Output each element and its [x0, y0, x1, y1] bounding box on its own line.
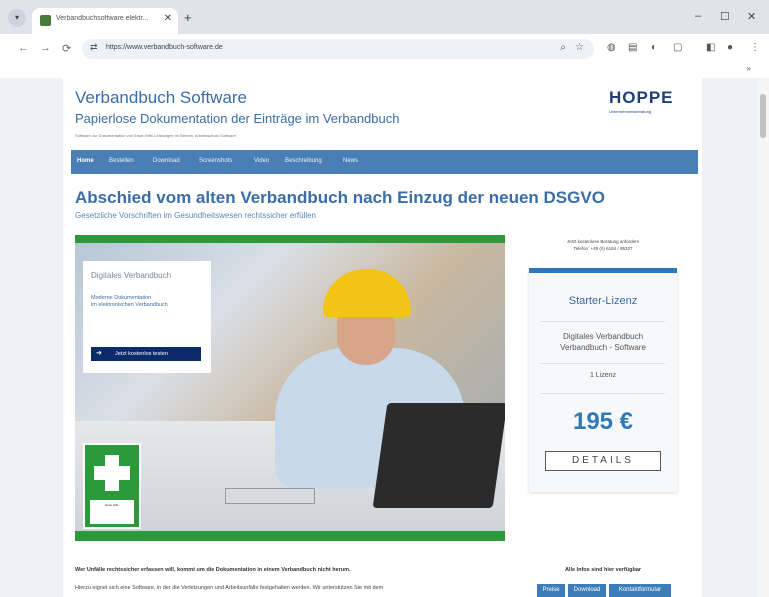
- try-free-button[interactable]: ➜ Jetzt kostenlos testen: [91, 347, 201, 361]
- bookmarks-bar: »: [0, 64, 769, 78]
- site-subtitle: Papierlose Dokumentation der Einträge im…: [75, 111, 400, 126]
- contact-line: Jetzt kostenlose Beratung anfordern: [566, 239, 640, 244]
- divider: [541, 321, 665, 322]
- promo-text-line: im elektronischen Verbandbuch: [91, 302, 168, 308]
- logo-text: HOPPE: [609, 88, 674, 107]
- plan-desc-line: Digitales Verbandbuch: [562, 332, 644, 341]
- browser-tab[interactable]: Verbandbuchsoftware elektr... ✕: [32, 8, 178, 34]
- sign-label: Erste Hilfe: [90, 500, 134, 524]
- plan-licenses: 1 Lizenz: [589, 372, 617, 379]
- nav-news[interactable]: News: [343, 158, 358, 164]
- page-subheadline: Gesetzliche Vorschriften im Gesundheitsw…: [75, 211, 316, 220]
- favicon-icon: [40, 15, 51, 26]
- site-title[interactable]: Verbandbuch Software: [75, 88, 247, 108]
- links-heading: Alle Infos sind hier verfügbar: [564, 567, 642, 573]
- tab-search-icon[interactable]: ▾: [8, 9, 26, 27]
- body-heading: Wer Unfälle rechtssicher erfassen will, …: [75, 567, 351, 573]
- nav-home[interactable]: Home: [77, 158, 94, 164]
- plan-desc-line: Verbandbuch - Software: [560, 343, 646, 352]
- promo-text-line: Moderne Dokumentation: [91, 295, 152, 301]
- close-tab-icon[interactable]: ✕: [164, 13, 172, 24]
- hero-photo: Digitales Verbandbuch Moderne Dokumentat…: [75, 243, 505, 531]
- contact-info: Jetzt kostenlose Beratung anfordern Tele…: [529, 238, 677, 252]
- details-button[interactable]: DETAILS: [545, 451, 661, 471]
- new-tab-icon[interactable]: +: [184, 10, 192, 25]
- close-window-icon[interactable]: ✕: [747, 10, 756, 23]
- laptop: [372, 403, 505, 508]
- plan-price: 195 €: [572, 408, 634, 435]
- vertical-scrollbar[interactable]: [757, 78, 769, 597]
- main-nav: Home Bestellen Download Screenshots Vide…: [71, 150, 698, 174]
- body-text: Hierzu eignet sich eine Software, in der…: [75, 585, 384, 591]
- minimize-icon[interactable]: –: [695, 10, 701, 22]
- tab-title: Verbandbuchsoftware elektr...: [56, 15, 149, 22]
- logo-subtext: Unternehmensberatung: [609, 109, 652, 114]
- extension-icon[interactable]: ▤: [628, 42, 637, 53]
- zoom-icon[interactable]: ⌕: [560, 42, 566, 53]
- nav-video[interactable]: Video: [254, 158, 269, 164]
- site-info-icon[interactable]: ⇄: [90, 42, 98, 53]
- contact-phone: Telefon: +49 (0) 6184 / 95327: [573, 246, 633, 251]
- divider: [541, 393, 665, 394]
- arrow-right-icon: ➜: [96, 350, 102, 357]
- maximize-icon[interactable]: ☐: [720, 10, 730, 23]
- reload-icon[interactable]: ⟳: [62, 42, 71, 55]
- browser-toolbar: ← → ⟳ ⇄ https://www.verbandbuch-software…: [0, 34, 769, 64]
- nav-screenshots[interactable]: Screenshots: [199, 158, 232, 164]
- scroll-thumb[interactable]: [760, 94, 766, 138]
- download-button[interactable]: Download: [568, 584, 606, 597]
- forward-icon[interactable]: →: [40, 42, 51, 54]
- extension-icon[interactable]: ◍: [607, 42, 616, 53]
- menu-icon[interactable]: ⋮: [750, 42, 760, 53]
- divider: [541, 363, 665, 364]
- nav-beschreibung[interactable]: Beschreibung: [285, 158, 322, 164]
- tablet: [225, 488, 315, 504]
- promo-box: Digitales Verbandbuch Moderne Dokumentat…: [83, 261, 211, 373]
- bookmarks-more-icon[interactable]: »: [747, 64, 751, 73]
- page-headline: Abschied vom alten Verbandbuch nach Einz…: [75, 188, 605, 207]
- plan-description: Digitales Verbandbuch Verbandbuch - Soft…: [529, 331, 677, 353]
- bookmark-star-icon[interactable]: ☆: [575, 42, 584, 53]
- promo-text: Moderne Dokumentation im elektronischen …: [91, 295, 207, 309]
- nav-bestellen[interactable]: Bestellen: [109, 158, 134, 164]
- page-viewport: Verbandbuch Software Papierlose Dokument…: [0, 78, 757, 597]
- try-free-label: Jetzt kostenlos testen: [115, 351, 168, 357]
- promo-title: Digitales Verbandbuch: [91, 271, 172, 280]
- site-tagline: Software zur Dokumentation von Erste-Hil…: [75, 133, 236, 138]
- hard-hat: [323, 269, 411, 317]
- back-icon[interactable]: ←: [18, 42, 29, 54]
- first-aid-sign: Erste Hilfe: [83, 443, 141, 529]
- nav-download[interactable]: Download: [153, 158, 180, 164]
- browser-window: ▾ Verbandbuchsoftware elektr... ✕ + – ☐ …: [0, 0, 769, 597]
- extensions-puzzle-icon[interactable]: ▢: [673, 42, 682, 53]
- extension-icon[interactable]: ◐: [651, 42, 657, 53]
- tab-strip: ▾ Verbandbuchsoftware elektr... ✕ + – ☐ …: [0, 0, 769, 34]
- side-panel-icon[interactable]: ◧: [706, 42, 715, 53]
- contact-form-button[interactable]: Kontaktformular: [609, 584, 671, 597]
- profile-icon[interactable]: ●: [727, 42, 733, 53]
- prices-button[interactable]: Preise: [537, 584, 565, 597]
- hero-banner: Digitales Verbandbuch Moderne Dokumentat…: [75, 235, 505, 541]
- cross-icon: [94, 466, 130, 480]
- address-bar[interactable]: ⇄ https://www.verbandbuch-software.de ⌕ …: [82, 39, 594, 59]
- hoppe-logo[interactable]: HOPPE Unternehmensberatung: [609, 88, 689, 114]
- url-text[interactable]: https://www.verbandbuch-software.de: [106, 44, 223, 51]
- page-content: Verbandbuch Software Papierlose Dokument…: [63, 78, 702, 597]
- pricing-card: Starter-Lizenz Digitales Verbandbuch Ver…: [529, 268, 677, 492]
- plan-title: Starter-Lizenz: [568, 295, 638, 307]
